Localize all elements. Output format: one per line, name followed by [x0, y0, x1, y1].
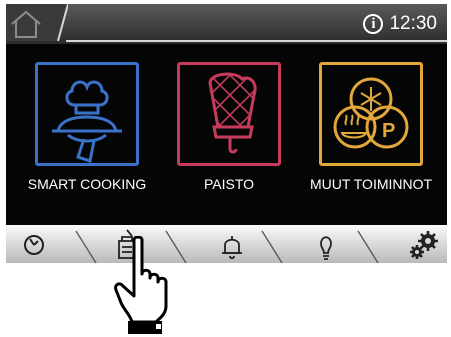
status-area: i 12:30	[363, 12, 437, 36]
top-bar-divider	[66, 40, 447, 42]
muut-toiminnot-button[interactable]: P	[319, 62, 423, 166]
top-bar: i 12:30	[6, 4, 447, 44]
home-tab[interactable]	[6, 4, 68, 44]
paisto-label: PAISTO	[203, 176, 255, 192]
bulb-icon[interactable]	[312, 225, 340, 263]
pointing-hand-icon	[114, 236, 168, 334]
oven-display: i 12:30 SMART COOKING PAISTO P MUUT TOIM…	[6, 4, 447, 263]
other-functions-icon: P	[333, 77, 409, 149]
oven-mitt-icon	[208, 72, 257, 154]
settings-icon[interactable]	[406, 225, 442, 263]
bottom-nav	[6, 225, 447, 263]
info-icon[interactable]: i	[363, 14, 384, 34]
bell-icon[interactable]	[218, 225, 246, 263]
paisto-button[interactable]	[177, 62, 281, 166]
smart-cooking-label: SMART COOKING	[27, 176, 147, 192]
chef-cloche-icon	[52, 80, 122, 163]
muut-toiminnot-label: MUUT TOIMINNOT	[309, 176, 433, 192]
timer-icon[interactable]	[20, 225, 48, 263]
smart-cooking-button[interactable]	[35, 62, 139, 166]
svg-text:P: P	[382, 120, 395, 142]
clock-time: 12:30	[389, 13, 437, 34]
